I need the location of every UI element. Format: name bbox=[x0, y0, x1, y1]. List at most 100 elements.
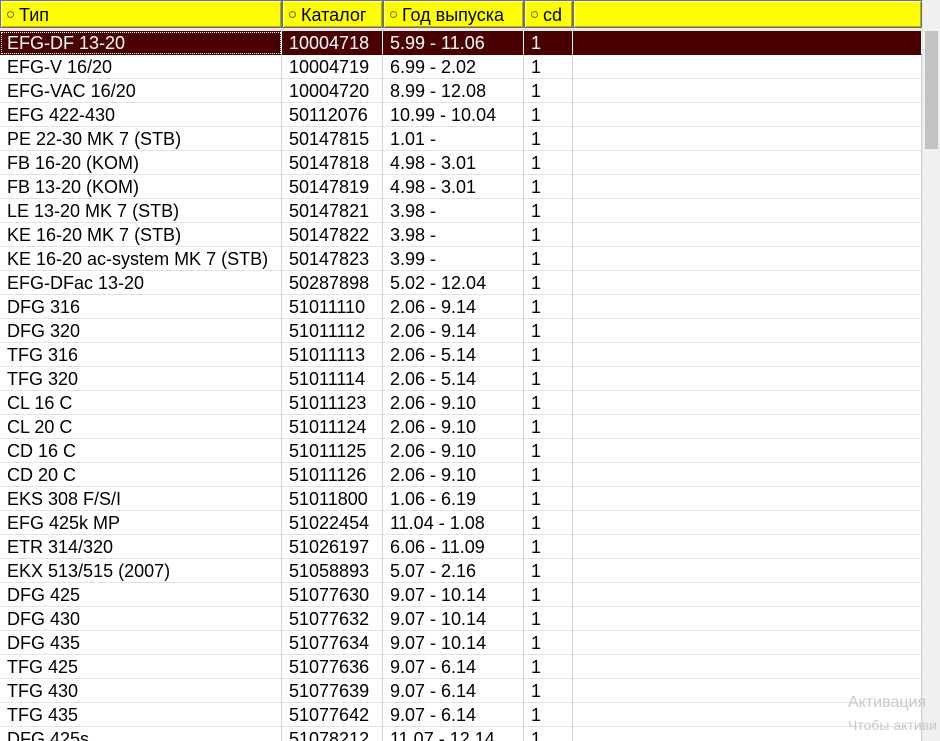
cell-year: 10.99 - 10.04 bbox=[383, 103, 524, 127]
cell-cd: 1 bbox=[524, 367, 573, 391]
cell-catalog: 51078212 bbox=[282, 727, 383, 741]
cell-type: CD 16 C bbox=[0, 439, 282, 463]
column-header-cd[interactable]: cd bbox=[524, 0, 573, 28]
table-row[interactable]: LE 13-20 MK 7 (STB) 50147821 3.98 -1 bbox=[0, 199, 922, 223]
table-row[interactable]: DFG 425s 51078212 11.07 - 12.14 1 bbox=[0, 727, 922, 741]
cell-cd: 1 bbox=[524, 151, 573, 175]
table-row[interactable]: EFG-VAC 16/20 10004720 8.99 - 12.08 1 bbox=[0, 79, 922, 103]
cell-year: 2.06 - 9.10 bbox=[383, 415, 524, 439]
cell-type: EFG-VAC 16/20 bbox=[0, 79, 282, 103]
cell-filler bbox=[573, 295, 922, 319]
cell-filler bbox=[573, 391, 922, 415]
cell-filler bbox=[573, 463, 922, 487]
cell-year: 2.06 - 9.10 bbox=[383, 463, 524, 487]
cell-year: 2.06 - 9.14 bbox=[383, 295, 524, 319]
table-row[interactable]: EFG-V 16/20 10004719 6.99 - 2.02 1 bbox=[0, 55, 922, 79]
table-row[interactable]: FB 16-20 (KOM) 50147818 4.98 - 3.01 1 bbox=[0, 151, 922, 175]
column-header-label: Год выпуска bbox=[402, 5, 504, 25]
cell-type: DFG 435 bbox=[0, 631, 282, 655]
table-row[interactable]: TFG 316 51011113 2.06 - 5.14 1 bbox=[0, 343, 922, 367]
cell-year: 1.06 - 6.19 bbox=[383, 487, 524, 511]
cell-type: EFG-DFac 13-20 bbox=[0, 271, 282, 295]
cell-year: 11.04 - 1.08 bbox=[383, 511, 524, 535]
cell-catalog: 51011114 bbox=[282, 367, 383, 391]
cell-cd: 1 bbox=[524, 319, 573, 343]
scrollbar-thumb[interactable] bbox=[925, 31, 938, 149]
cell-type: EFG-V 16/20 bbox=[0, 55, 282, 79]
cell-type: EKX 513/515 (2007) bbox=[0, 559, 282, 583]
cell-year: 2.06 - 9.14 bbox=[383, 319, 524, 343]
table-row[interactable]: PE 22-30 MK 7 (STB) 50147815 1.01 -1 bbox=[0, 127, 922, 151]
cell-type: EFG 425k MP bbox=[0, 511, 282, 535]
cell-cd: 1 bbox=[524, 295, 573, 319]
cell-year: 8.99 - 12.08 bbox=[383, 79, 524, 103]
column-header-type[interactable]: Тип bbox=[0, 0, 282, 28]
table-row[interactable]: DFG 316 51011110 2.06 - 9.14 1 bbox=[0, 295, 922, 319]
column-header-catalog[interactable]: Каталог bbox=[282, 0, 383, 28]
cell-year: 2.06 - 9.10 bbox=[383, 391, 524, 415]
cell-cd: 1 bbox=[524, 127, 573, 151]
cell-type: DFG 320 bbox=[0, 319, 282, 343]
cell-catalog: 50147823 bbox=[282, 247, 383, 271]
cell-type: DFG 425 bbox=[0, 583, 282, 607]
cell-catalog: 50147819 bbox=[282, 175, 383, 199]
table-row[interactable]: DFG 425 51077630 9.07 - 10.14 1 bbox=[0, 583, 922, 607]
cell-cd: 1 bbox=[524, 463, 573, 487]
cell-catalog: 10004719 bbox=[282, 55, 383, 79]
table-row[interactable]: EKS 308 F/S/I 51011800 1.06 - 6.19 1 bbox=[0, 487, 922, 511]
table-row[interactable]: KE 16-20 ac-system MK 7 (STB) 50147823 3.9… bbox=[0, 247, 922, 271]
cell-year: 5.02 - 12.04 bbox=[383, 271, 524, 295]
cell-catalog: 50147815 bbox=[282, 127, 383, 151]
table-row[interactable]: ETR 314/320 51026197 6.06 - 11.09 1 bbox=[0, 535, 922, 559]
table-row[interactable]: CL 16 C 51011123 2.06 - 9.10 1 bbox=[0, 391, 922, 415]
cell-cd: 1 bbox=[524, 727, 573, 741]
column-header-label: Тип bbox=[19, 5, 50, 25]
cell-filler bbox=[573, 631, 922, 655]
table-row[interactable]: TFG 430 51077639 9.07 - 6.14 1 bbox=[0, 679, 922, 703]
cell-year: 2.06 - 5.14 bbox=[383, 367, 524, 391]
vertical-scrollbar[interactable] bbox=[922, 0, 940, 741]
cell-filler bbox=[573, 367, 922, 391]
table-row[interactable]: CL 20 C 51011124 2.06 - 9.10 1 bbox=[0, 415, 922, 439]
cell-catalog: 50147818 bbox=[282, 151, 383, 175]
cell-year: 2.06 - 5.14 bbox=[383, 343, 524, 367]
table-row[interactable]: EKX 513/515 (2007) 51058893 5.07 - 2.16 1 bbox=[0, 559, 922, 583]
table-row[interactable]: DFG 430 51077632 9.07 - 10.14 1 bbox=[0, 607, 922, 631]
table-row[interactable]: EFG 425k MP 51022454 11.04 - 1.08 1 bbox=[0, 511, 922, 535]
table-row[interactable]: KE 16-20 MK 7 (STB) 50147822 3.98 -1 bbox=[0, 223, 922, 247]
table-row[interactable]: EFG-DF 13-20 10004718 5.99 - 11.06 1 bbox=[0, 31, 922, 55]
cell-filler bbox=[573, 103, 922, 127]
table-row[interactable]: TFG 320 51011114 2.06 - 5.14 1 bbox=[0, 367, 922, 391]
cell-year: 3.98 - bbox=[383, 199, 524, 223]
cell-cd: 1 bbox=[524, 175, 573, 199]
table-row[interactable]: TFG 435 51077642 9.07 - 6.14 1 bbox=[0, 703, 922, 727]
cell-filler bbox=[573, 271, 922, 295]
cell-catalog: 51011800 bbox=[282, 487, 383, 511]
cell-filler bbox=[573, 223, 922, 247]
cell-type: CL 16 C bbox=[0, 391, 282, 415]
table-row[interactable]: DFG 320 51011112 2.06 - 9.14 1 bbox=[0, 319, 922, 343]
cell-catalog: 51022454 bbox=[282, 511, 383, 535]
cell-cd: 1 bbox=[524, 511, 573, 535]
table-row[interactable]: DFG 435 51077634 9.07 - 10.14 1 bbox=[0, 631, 922, 655]
cell-type: TFG 320 bbox=[0, 367, 282, 391]
cell-catalog: 51077642 bbox=[282, 703, 383, 727]
cell-filler bbox=[573, 199, 922, 223]
table-row[interactable]: FB 13-20 (KOM) 50147819 4.98 - 3.01 1 bbox=[0, 175, 922, 199]
table-row[interactable]: EFG-DFac 13-20 50287898 5.02 - 12.04 1 bbox=[0, 271, 922, 295]
column-header-label: cd bbox=[543, 5, 563, 25]
table-row[interactable]: EFG 422-430 50112076 10.99 - 10.04 1 bbox=[0, 103, 922, 127]
cell-cd: 1 bbox=[524, 607, 573, 631]
table-row[interactable]: TFG 425 51077636 9.07 - 6.14 1 bbox=[0, 655, 922, 679]
cell-type: DFG 316 bbox=[0, 295, 282, 319]
cell-cd: 1 bbox=[524, 535, 573, 559]
cell-year: 5.99 - 11.06 bbox=[383, 31, 524, 55]
cell-cd: 1 bbox=[524, 199, 573, 223]
column-header-label: Каталог bbox=[301, 5, 367, 25]
table-row[interactable]: CD 20 C 51011126 2.06 - 9.10 1 bbox=[0, 463, 922, 487]
cell-type: EFG 422-430 bbox=[0, 103, 282, 127]
table-row[interactable]: CD 16 C 51011125 2.06 - 9.10 1 bbox=[0, 439, 922, 463]
cell-filler bbox=[573, 655, 922, 679]
column-header-year[interactable]: Год выпуска bbox=[383, 0, 524, 28]
cell-catalog: 51077639 bbox=[282, 679, 383, 703]
